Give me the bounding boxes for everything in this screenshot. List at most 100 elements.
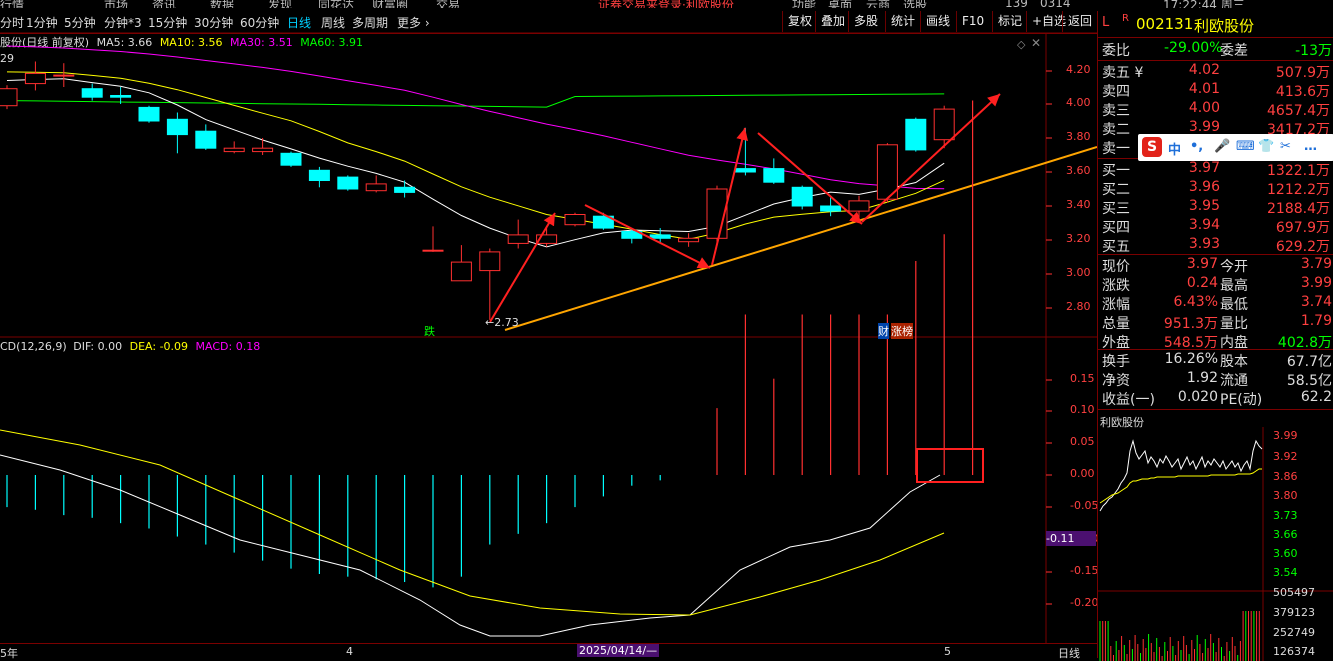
- ask-volume: 507.9万: [1275, 65, 1330, 81]
- info-label: 涨跌: [1102, 278, 1130, 294]
- ask-row[interactable]: 卖四 4.01 413.6万: [1102, 81, 1330, 100]
- ask-row[interactable]: 卖五 ¥ 4.02 507.9万: [1102, 62, 1330, 81]
- bid-label: 买五: [1102, 239, 1130, 255]
- kline-chart[interactable]: [0, 0, 1097, 658]
- candle-body: [280, 152, 302, 166]
- mini-price-label: 3.99: [1273, 429, 1298, 442]
- bid-row[interactable]: 买四 3.94 697.9万: [1102, 217, 1330, 236]
- quote-fundamental-row: 收益(一) 0.020 PE(动) 62.2: [1102, 389, 1332, 408]
- candlestick: [507, 219, 529, 249]
- bid-volume: 2188.4万: [1267, 201, 1330, 217]
- dif-line: [0, 454, 941, 637]
- macd-tick-label: 0.15: [1070, 372, 1095, 385]
- candle-body: [394, 186, 416, 193]
- mini-price-label: 3.80: [1273, 489, 1298, 502]
- ask-volume: 413.6万: [1275, 84, 1330, 100]
- ime-punct-icon[interactable]: •,: [1190, 139, 1203, 154]
- mini-volume-label: 252749: [1273, 626, 1315, 639]
- candle-body: [905, 118, 927, 151]
- candlestick: [308, 166, 330, 188]
- candle-body: [53, 74, 75, 77]
- bid-price: 3.97: [1188, 160, 1220, 176]
- candle-body: [678, 237, 700, 243]
- price-tick-label: 3.20: [1066, 232, 1091, 245]
- dif-value: DIF: 0.00: [73, 340, 123, 353]
- low-price-label: ←2.73: [485, 316, 519, 329]
- info-value: 58.5亿: [1286, 373, 1332, 389]
- info-label: 今开: [1220, 259, 1248, 275]
- weibi-label: 委比: [1102, 43, 1130, 59]
- info-label: PE(动): [1220, 392, 1263, 408]
- ask-label: 卖三: [1102, 103, 1130, 119]
- bid-price: 3.93: [1188, 236, 1220, 252]
- candlestick: [450, 245, 472, 282]
- ime-chinese-icon[interactable]: 中: [1168, 139, 1181, 158]
- candle-body: [110, 95, 132, 98]
- period-label: 日线: [1058, 647, 1080, 660]
- quote-info-row: 涨跌 0.24 最高 3.99: [1102, 275, 1332, 294]
- bid-row[interactable]: 买二 3.96 1212.2万: [1102, 179, 1330, 198]
- candle-body: [507, 234, 529, 244]
- macd-title: CD(12,26,9): [0, 340, 67, 353]
- bid-label: 买一: [1102, 163, 1130, 179]
- candle-body: [450, 261, 472, 282]
- info-label: 最低: [1220, 297, 1248, 313]
- mini-avg-line: [1099, 468, 1262, 504]
- ime-tools-icon[interactable]: ✂: [1280, 139, 1291, 154]
- macd-tick-label: -0.20: [1070, 596, 1099, 609]
- ma5-line: [6, 78, 945, 248]
- sogou-logo-icon[interactable]: S: [1142, 137, 1162, 157]
- quote-info-row: 总量 951.3万 量比 1.79: [1102, 313, 1332, 332]
- bid-price: 3.94: [1188, 217, 1220, 233]
- candlestick: [223, 141, 245, 154]
- candlestick: [678, 233, 700, 247]
- ime-more-icon[interactable]: …: [1304, 139, 1317, 154]
- price-tick-label: 3.80: [1066, 130, 1091, 143]
- top-menu-item[interactable]: 17:22:44 周三: [1163, 0, 1245, 8]
- bid-row[interactable]: 买五 3.93 629.2万: [1102, 236, 1330, 255]
- bid-label: 买三: [1102, 201, 1130, 217]
- ime-keyboard-icon[interactable]: ⌨: [1236, 139, 1255, 154]
- candle-body: [734, 168, 756, 173]
- price-tick-label: 2.80: [1066, 300, 1091, 313]
- candle-body: [0, 88, 18, 107]
- candle-body: [820, 205, 842, 212]
- macd-tick-label: 0.00: [1070, 467, 1095, 480]
- event-tag-cai[interactable]: 财: [878, 323, 889, 339]
- sogou-ime-toolbar[interactable]: S 中 •, 🎤 ⌨ 👕 ✂ …: [1138, 134, 1333, 161]
- weibi-row: 委比 -29.00% 委差 -13万: [1102, 40, 1332, 59]
- info-label: 总量: [1102, 316, 1130, 332]
- event-tag-zhangting[interactable]: 涨榜: [891, 323, 913, 339]
- candlestick: [905, 117, 927, 152]
- info-label: 净资: [1102, 373, 1130, 389]
- bid-row[interactable]: 买三 3.95 2188.4万: [1102, 198, 1330, 217]
- info-value: 1.92: [1186, 370, 1218, 386]
- bid-volume: 697.9万: [1275, 220, 1330, 236]
- candlestick: [24, 61, 46, 91]
- ime-skin-icon[interactable]: 👕: [1258, 139, 1274, 154]
- ask-row[interactable]: 卖三 4.00 4657.4万: [1102, 100, 1330, 119]
- bid-volume: 629.2万: [1275, 239, 1330, 255]
- macd-value: MACD: 0.18: [195, 340, 261, 353]
- event-tag-die[interactable]: 跌: [424, 323, 435, 339]
- candle-body: [791, 186, 813, 207]
- ask-price: 4.01: [1188, 81, 1220, 97]
- info-value: 16.26%: [1164, 351, 1218, 367]
- candle-body: [81, 88, 103, 98]
- candlestick: [138, 105, 160, 123]
- macd-tick-label: -0.15: [1070, 564, 1099, 577]
- candlestick: [337, 175, 359, 191]
- info-value: 0.020: [1177, 389, 1218, 405]
- bid-row[interactable]: 买一 3.97 1322.1万: [1102, 160, 1330, 179]
- bid-price: 3.96: [1188, 179, 1220, 195]
- price-tick-label: 4.00: [1066, 96, 1091, 109]
- candlestick: [763, 158, 785, 184]
- mini-price-label: 3.54: [1273, 566, 1298, 579]
- price-tick-label: 3.40: [1066, 198, 1091, 211]
- ask-price: 4.02: [1188, 62, 1220, 78]
- candlestick: [166, 112, 188, 154]
- ime-mic-icon[interactable]: 🎤: [1214, 139, 1230, 154]
- candle-body: [479, 251, 501, 272]
- mini-intraday-chart[interactable]: [1098, 411, 1333, 661]
- candle-body: [763, 168, 785, 183]
